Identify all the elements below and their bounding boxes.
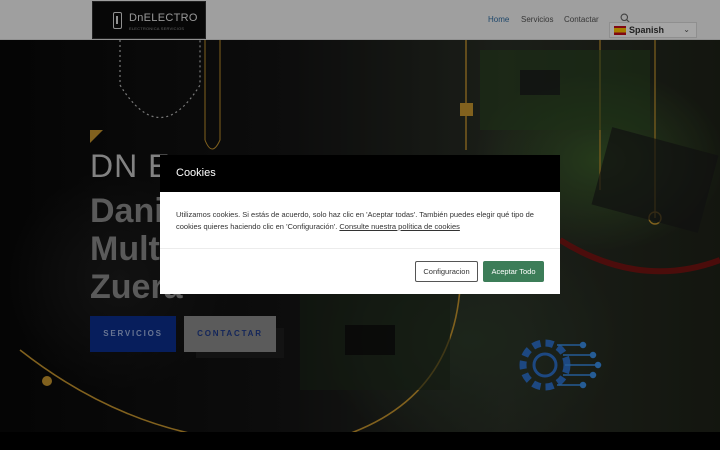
accept-all-button[interactable]: Aceptar Todo — [483, 261, 544, 282]
cookie-modal-divider — [160, 248, 560, 249]
cookie-modal-title: Cookies — [176, 167, 216, 179]
cookie-modal: Cookies Utilizamos cookies. Si estás de … — [160, 155, 560, 294]
cookie-policy-link[interactable]: Consulte nuestra política de cookies — [339, 222, 460, 231]
page: DnELECTRO ELECTRONICA SERVICIOS Home Ser… — [0, 0, 720, 450]
cookie-modal-text: Utilizamos cookies. Si estás de acuerdo,… — [176, 209, 536, 233]
cookie-modal-header: Cookies — [160, 155, 560, 192]
config-button[interactable]: Configuracion — [415, 261, 478, 282]
